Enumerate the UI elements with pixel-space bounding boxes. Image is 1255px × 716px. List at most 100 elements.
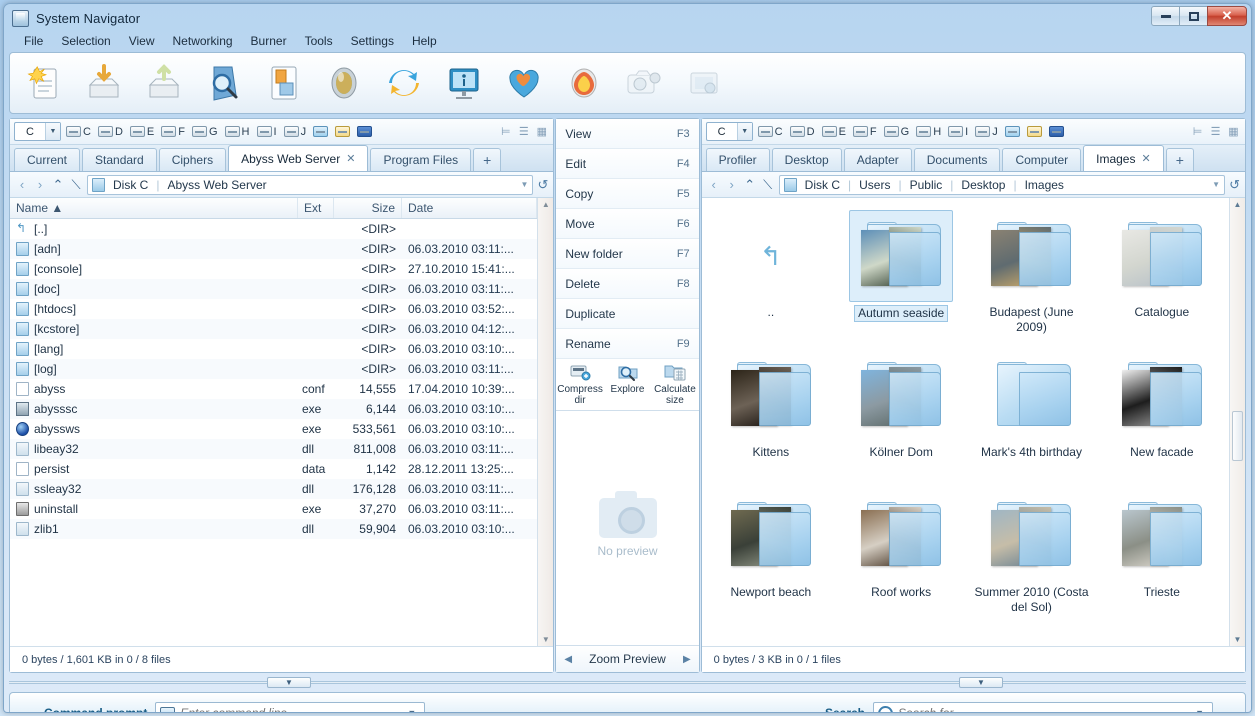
menu-item-burner[interactable]: Burner <box>243 33 295 49</box>
close-icon[interactable]: ✕ <box>346 152 355 165</box>
search-input-wrapper[interactable]: ▼ <box>873 702 1213 713</box>
tab-documents[interactable]: Documents <box>914 148 1001 171</box>
tab-program-files[interactable]: Program Files <box>370 148 471 171</box>
list-item[interactable]: Kölner Dom <box>836 344 966 484</box>
menu-item-settings[interactable]: Settings <box>343 33 402 49</box>
breadcrumb-public[interactable]: Public <box>910 178 943 192</box>
up-icon[interactable]: ⌃ <box>51 177 65 193</box>
forward-icon[interactable]: › <box>725 177 739 192</box>
scroll-up-icon[interactable]: ▲ <box>542 198 550 211</box>
tab-profiler[interactable]: Profiler <box>706 148 770 171</box>
right-drive-combo[interactable]: C ▼ <box>706 122 753 141</box>
column-header-date[interactable]: Date <box>402 198 537 218</box>
chevron-down-icon[interactable]: ▼ <box>403 708 420 713</box>
breadcrumb-desktop[interactable]: Desktop <box>961 178 1005 192</box>
chevron-down-icon[interactable]: ▼ <box>45 123 60 140</box>
left-favorites-drive[interactable] <box>355 125 374 138</box>
refresh-icon[interactable]: ↺ <box>1229 177 1240 193</box>
compare-icon[interactable] <box>262 61 306 105</box>
breadcrumb-disk[interactable]: Disk C <box>113 178 148 192</box>
list-view-icon[interactable]: ☰ <box>516 125 531 139</box>
column-header-name[interactable]: Name ▲ <box>10 198 298 218</box>
table-row[interactable]: [doc]<DIR>06.03.2010 03:11:... <box>10 279 537 299</box>
breadcrumb-images[interactable]: Images <box>1025 178 1064 192</box>
left-drive-h[interactable]: H <box>223 125 252 139</box>
compress-dir-button[interactable]: Compress dir <box>556 362 603 406</box>
prev-icon[interactable]: ◀ <box>564 654 572 665</box>
left-drive-i[interactable]: I <box>255 125 279 139</box>
right-drive-c[interactable]: C <box>756 125 785 139</box>
tab-abyss-web-server[interactable]: Abyss Web Server✕ <box>228 145 368 171</box>
root-icon[interactable]: ⟍ <box>761 177 775 193</box>
left-drive-combo[interactable]: C ▼ <box>14 122 61 141</box>
table-row[interactable]: [adn]<DIR>06.03.2010 03:11:... <box>10 239 537 259</box>
right-network-drive[interactable] <box>1003 125 1022 138</box>
left-usb-drive[interactable] <box>333 125 352 138</box>
list-item[interactable]: Roof works <box>836 484 966 624</box>
right-splitter-button[interactable]: ▼ <box>959 677 1003 688</box>
pack-icon[interactable] <box>142 61 186 105</box>
left-vertical-scrollbar[interactable]: ▲ ▼ <box>537 198 553 646</box>
right-drive-h[interactable]: H <box>914 125 943 139</box>
system-info-icon[interactable] <box>442 61 486 105</box>
list-item[interactable]: Trieste <box>1097 484 1227 624</box>
tree-view-icon[interactable]: ⊨ <box>498 125 513 139</box>
sync-icon[interactable] <box>382 61 426 105</box>
menu-item-file[interactable]: File <box>16 33 51 49</box>
table-row[interactable]: libeay32dll811,00806.03.2010 03:11:... <box>10 439 537 459</box>
table-row[interactable]: abyssconf14,55517.04.2010 10:39:... <box>10 379 537 399</box>
table-row[interactable]: [kcstore]<DIR>06.03.2010 04:12:... <box>10 319 537 339</box>
left-drive-c[interactable]: C <box>64 125 93 139</box>
table-row[interactable]: uninstallexe37,27006.03.2010 03:11:... <box>10 499 537 519</box>
right-drive-e[interactable]: E <box>820 125 848 139</box>
multimedia-icon[interactable] <box>322 61 366 105</box>
left-drive-j[interactable]: J <box>282 125 309 139</box>
scroll-down-icon[interactable]: ▼ <box>542 633 550 646</box>
tab-computer[interactable]: Computer <box>1002 148 1081 171</box>
table-row[interactable]: [log]<DIR>06.03.2010 03:11:... <box>10 359 537 379</box>
menu-item-selection[interactable]: Selection <box>53 33 118 49</box>
right-drive-g[interactable]: G <box>882 125 912 139</box>
column-header-size[interactable]: Size <box>334 198 402 218</box>
list-view-icon[interactable]: ☰ <box>1208 125 1223 139</box>
new-tab-button[interactable]: + <box>473 148 501 171</box>
left-drive-e[interactable]: E <box>128 125 156 139</box>
next-icon[interactable]: ▶ <box>683 654 691 665</box>
left-drive-g[interactable]: G <box>190 125 220 139</box>
list-item[interactable]: Newport beach <box>706 484 836 624</box>
list-item[interactable]: Kittens <box>706 344 836 484</box>
calculate-size-button[interactable]: Calculate size <box>651 362 698 406</box>
right-drive-f[interactable]: F <box>851 125 879 139</box>
left-breadcrumb[interactable]: Disk C | Abyss Web Server ▼ <box>87 175 533 195</box>
chevron-down-icon[interactable]: ▼ <box>1191 708 1208 713</box>
burn-icon[interactable] <box>562 61 606 105</box>
table-row[interactable]: abyssscexe6,14406.03.2010 03:10:... <box>10 399 537 419</box>
minimize-button[interactable] <box>1151 6 1180 26</box>
right-drive-i[interactable]: I <box>946 125 970 139</box>
command-duplicate[interactable]: Duplicate <box>556 299 698 329</box>
left-drive-f[interactable]: F <box>159 125 187 139</box>
search-files-icon[interactable] <box>202 61 246 105</box>
chevron-down-icon[interactable]: ▼ <box>1212 180 1220 189</box>
right-drive-d[interactable]: D <box>788 125 817 139</box>
scroll-up-icon[interactable]: ▲ <box>1234 198 1242 211</box>
breadcrumb-users[interactable]: Users <box>859 178 890 192</box>
right-drive-j[interactable]: J <box>973 125 1000 139</box>
table-row[interactable]: ssleay32dll176,12806.03.2010 03:11:... <box>10 479 537 499</box>
list-item[interactable]: ↰.. <box>706 204 836 344</box>
screenshot-settings-icon[interactable] <box>622 61 666 105</box>
menu-item-tools[interactable]: Tools <box>297 33 341 49</box>
zoom-preview-bar[interactable]: ◀ Zoom Preview ▶ <box>556 646 698 672</box>
list-item[interactable]: Mark's 4th birthday <box>966 344 1096 484</box>
left-drive-d[interactable]: D <box>96 125 125 139</box>
right-usb-drive[interactable] <box>1025 125 1044 138</box>
command-edit[interactable]: EditF4 <box>556 149 698 179</box>
table-row[interactable]: abysswsexe533,56106.03.2010 03:10:... <box>10 419 537 439</box>
unpack-icon[interactable] <box>82 61 126 105</box>
menu-item-view[interactable]: View <box>121 33 163 49</box>
new-document-icon[interactable] <box>22 61 66 105</box>
favorites-icon[interactable] <box>502 61 546 105</box>
search-input[interactable] <box>898 706 1186 713</box>
new-tab-button[interactable]: + <box>1166 148 1194 171</box>
list-item[interactable]: Catalogue <box>1097 204 1227 344</box>
